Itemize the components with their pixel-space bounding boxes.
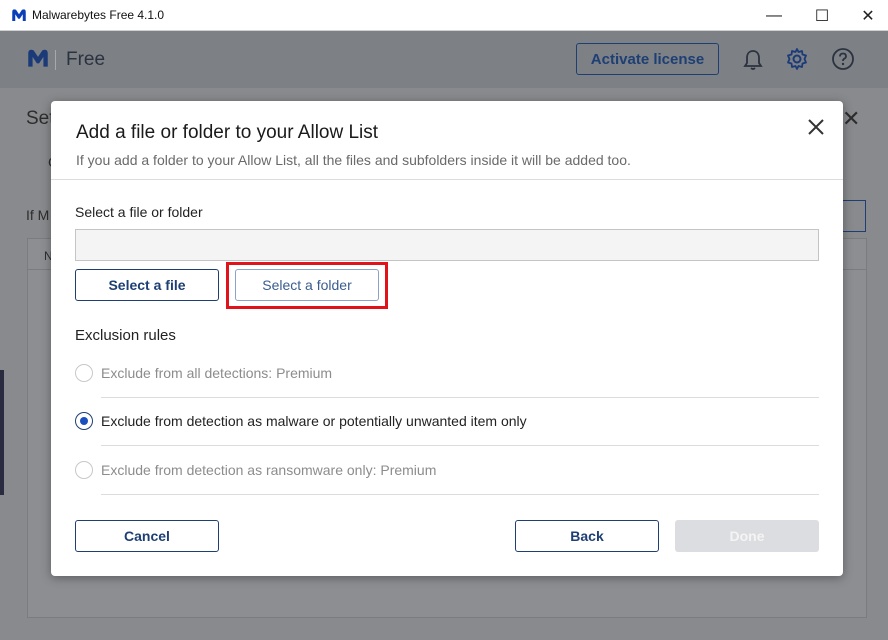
select-folder-highlight [226,262,388,309]
window-titlebar: Malwarebytes Free 4.1.0 — ☐ ✕ [0,0,888,31]
done-button: Done [675,520,819,552]
dialog-divider [51,179,843,180]
radio-button-checked[interactable] [75,412,93,430]
select-file-or-folder-label: Select a file or folder [75,204,203,220]
dialog-title: Add a file or folder to your Allow List [76,122,379,143]
window-title: Malwarebytes Free 4.1.0 [32,8,165,22]
activate-license-button[interactable]: Activate license [576,43,719,75]
rule-divider [101,494,819,495]
header-separator [55,50,56,70]
minimize-button[interactable]: — [751,0,797,31]
app-logo-icon [28,49,48,67]
exclusion-rules-label: Exclusion rules [75,327,176,344]
window-close-button[interactable]: ✕ [845,0,888,31]
background-button [842,200,866,232]
settings-gear-icon[interactable] [785,47,809,71]
dialog-close-icon[interactable] [804,115,828,139]
help-icon[interactable] [831,47,855,71]
dialog-subtitle: If you add a folder to your Allow List, … [76,152,631,168]
rule-exclude-all: Exclude from all detections: Premium [75,350,819,398]
rule-label: Exclude from all detections: Premium [101,365,333,381]
rule-divider [101,445,819,446]
rule-exclude-malware-pup[interactable]: Exclude from detection as malware or pot… [75,398,819,446]
radio-button [75,461,93,479]
background-edge-strip [0,370,4,495]
background-text: If M [26,207,50,223]
radio-button [75,364,93,382]
path-input[interactable] [75,229,819,261]
malwarebytes-logo-icon [12,9,26,21]
rule-exclude-ransomware: Exclude from detection as ransomware onl… [75,447,819,495]
cancel-button[interactable]: Cancel [75,520,219,552]
back-button[interactable]: Back [515,520,659,552]
select-file-button[interactable]: Select a file [75,269,219,301]
maximize-button[interactable]: ☐ [799,0,845,31]
allow-list-dialog: Add a file or folder to your Allow List … [51,101,843,576]
rule-label[interactable]: Exclude from detection as malware or pot… [101,413,527,429]
notifications-bell-icon[interactable] [741,48,765,72]
edition-label: Free [66,49,106,70]
background-close-icon: ✕ [842,106,861,131]
rule-label: Exclude from detection as ransomware onl… [101,462,437,478]
